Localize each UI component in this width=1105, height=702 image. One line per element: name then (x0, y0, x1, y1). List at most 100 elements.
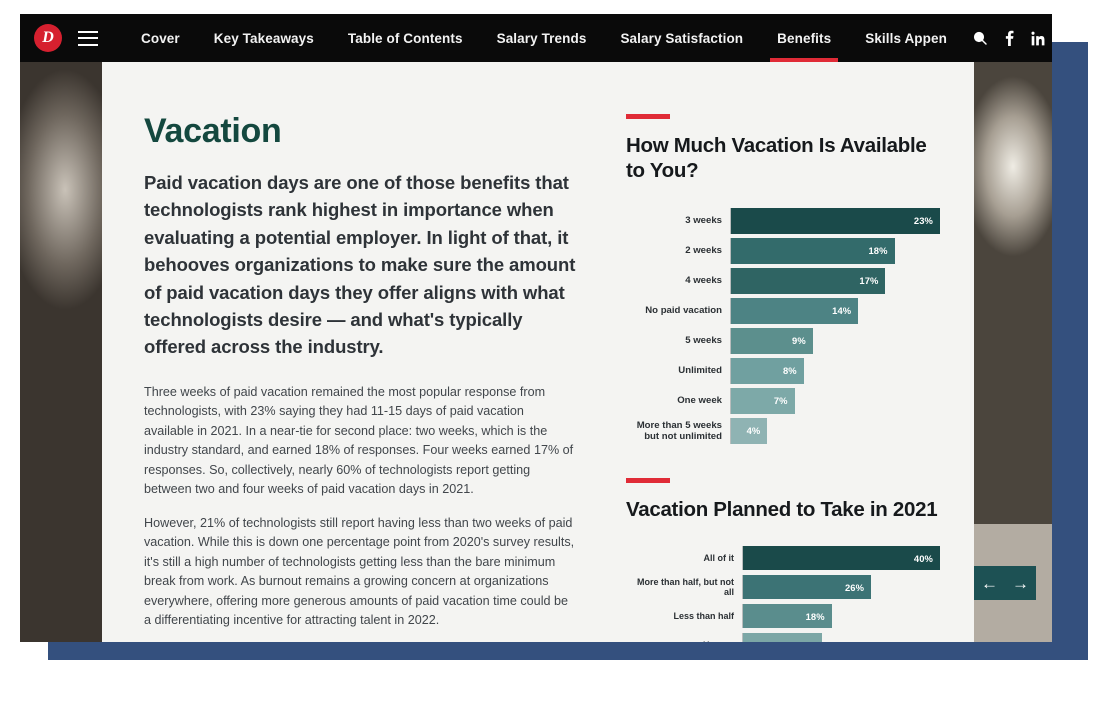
article-lede: Paid vacation days are one of those bene… (144, 172, 576, 358)
slide-content: Vacation Paid vacation days are one of t… (20, 62, 1052, 642)
bar-row: 2 weeks 18% (626, 237, 940, 264)
chart-plot-area: All of it 40% More than half, but not all 2… (626, 542, 940, 642)
bar-track: 18% (742, 604, 940, 629)
bar-value-label: 18% (805, 610, 825, 622)
article-paragraph: However, 21% of technologists still repo… (144, 515, 575, 628)
bar-track: 7% (730, 387, 940, 414)
chart-vacation-planned: Vacation Planned to Take in 2021 All of … (626, 477, 940, 642)
background-photo-left (20, 62, 102, 642)
nav-item-benefits[interactable]: Benefits (760, 14, 848, 62)
navigation-actions (964, 30, 1052, 46)
nav-item-table-of-contents[interactable]: Table of Contents (331, 14, 480, 62)
bar: 23% (731, 207, 940, 234)
bar: 16% (743, 633, 822, 642)
bar-value-label: 9% (792, 335, 806, 347)
bar-category-label: More than 5 weeks but not unlimited (636, 419, 722, 442)
bar-value-label: 40% (913, 552, 933, 564)
hamburger-menu-icon[interactable] (78, 30, 98, 46)
bar-value-label: 26% (844, 581, 865, 593)
top-navigation-bar: D Cover Key Takeaways Table of Contents Sal… (20, 14, 1052, 62)
hamburger-line (78, 30, 98, 33)
background-photo-right (974, 62, 1052, 642)
bar: 18% (731, 237, 895, 264)
nav-item-cover[interactable]: Cover (124, 14, 197, 62)
logo-letter: D (42, 29, 54, 46)
bar-value-label: 14% (832, 305, 852, 317)
bar-track: 18% (730, 237, 940, 264)
bar-value-label: 4% (746, 425, 761, 437)
bar-row: One week 7% (626, 387, 940, 414)
chart-vacation-available: How Much Vacation Is Available to You? 3… (626, 114, 940, 452)
bar: 8% (731, 357, 804, 384)
dice-logo[interactable]: D (34, 24, 62, 52)
bar-row: More than 5 weeks but not unlimited 4% (626, 417, 940, 444)
content-panel: Vacation Paid vacation days are one of t… (102, 62, 974, 642)
bar-row: Unlimited 8% (626, 357, 940, 384)
bar-category-label: 4 weeks (685, 275, 722, 287)
bar-category-label: Unsure (626, 640, 742, 642)
bar: 4% (731, 417, 768, 444)
bar-value-label: 7% (773, 395, 788, 407)
bar: 40% (743, 546, 940, 571)
bar-value-label: 8% (782, 365, 797, 377)
page-title: Vacation (144, 112, 282, 150)
bar-category-label: 5 weeks (685, 335, 722, 347)
previous-slide-icon[interactable]: ← (981, 575, 998, 592)
bar-category-label: 2 weeks (685, 245, 722, 257)
bar-row: 4 weeks 17% (626, 267, 940, 294)
nav-item-salary-satisfaction[interactable]: Salary Satisfaction (603, 14, 760, 62)
bar-row: 3 weeks 23% (626, 207, 940, 234)
bar-track: 9% (730, 327, 940, 354)
bar-value-label: 16% (796, 640, 815, 642)
bar-category-label: No paid vacation (645, 305, 722, 317)
slide-navigation[interactable]: ← → (974, 566, 1036, 600)
chart-plot-area: 3 weeks 23% 2 weeks 18% 4 weeks 17% No paid va… (626, 203, 940, 452)
bar: 17% (731, 267, 886, 294)
bar-row: More than half, but not all 26% (626, 575, 940, 600)
screenshot-stage: D Cover Key Takeaways Table of Contents Sal… (0, 0, 1105, 702)
bar-category-label: All of it (703, 553, 735, 564)
chart-title: How Much Vacation Is Available to You? (626, 134, 927, 183)
accent-rule (626, 477, 670, 483)
bar: 14% (731, 297, 859, 324)
bar-track: 4% (730, 417, 940, 444)
article-body: Three weeks of paid vacation remained th… (144, 383, 576, 642)
charts-column: How Much Vacation Is Available to You? 3… (600, 62, 974, 642)
hamburger-line (78, 37, 98, 39)
linkedin-icon[interactable] (1031, 31, 1046, 46)
bar-track: 40% (742, 546, 940, 571)
bar-track: 14% (730, 297, 940, 324)
nav-item-key-takeaways[interactable]: Key Takeaways (197, 14, 331, 62)
bar-track: 17% (730, 267, 940, 294)
bar: 18% (743, 604, 832, 629)
navigation-links: Cover Key Takeaways Table of Contents Salar… (124, 14, 964, 62)
bar-value-label: 17% (859, 275, 879, 287)
nav-item-skills-appen[interactable]: Skills Appen (848, 14, 964, 62)
accent-rule (626, 114, 670, 119)
facebook-icon[interactable] (1005, 30, 1014, 46)
bar: 7% (731, 387, 795, 414)
hamburger-line (78, 43, 98, 46)
bar-value-label: 18% (868, 245, 888, 257)
bar-category-label: More than half, but not all (637, 576, 734, 598)
next-slide-icon[interactable]: → (1012, 575, 1029, 592)
bar-category-label: 3 weeks (685, 215, 722, 227)
nav-item-salary-trends[interactable]: Salary Trends (480, 14, 604, 62)
bar-row: 5 weeks 9% (626, 327, 940, 354)
bar-value-label: 23% (913, 215, 933, 227)
article-paragraph: Three weeks of paid vacation remained th… (144, 384, 574, 497)
article-column: Vacation Paid vacation days are one of t… (102, 62, 600, 642)
bar-row: Less than half 18% (626, 604, 940, 629)
bar-track: 26% (742, 575, 940, 600)
bar-track: 16% (742, 633, 940, 642)
bar-category-label: Less than half (673, 611, 734, 622)
bar-row: Unsure 16% (626, 633, 940, 642)
bar-track: 23% (730, 207, 940, 234)
bar-row: No paid vacation 14% (626, 297, 940, 324)
bar-row: All of it 40% (626, 546, 940, 571)
search-icon[interactable] (972, 30, 988, 46)
bar-category-label: Unlimited (678, 365, 722, 377)
bar-track: 8% (730, 357, 940, 384)
bar: 9% (731, 327, 813, 354)
chart-title: Vacation Planned to Take in 2021 (626, 497, 938, 521)
